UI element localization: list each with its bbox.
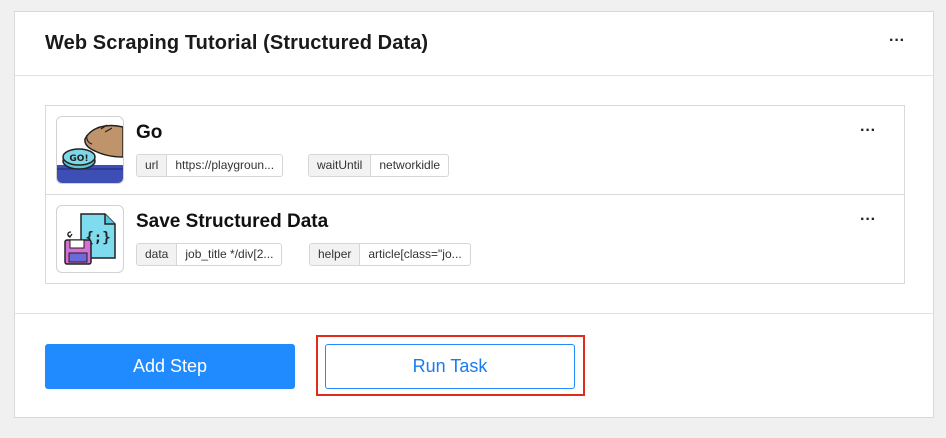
param-value: article[class="jo... — [368, 247, 462, 261]
task-card: Web Scraping Tutorial (Structured Data) … — [14, 11, 934, 418]
steps-list: GO! Go ··· url https://playgroun... wait… — [45, 105, 905, 284]
param-key: url — [137, 155, 168, 176]
step-more-options-icon[interactable]: ··· — [860, 123, 876, 139]
step-title: Go — [136, 122, 163, 143]
param-value: https://playgroun... — [175, 158, 275, 172]
step-item-go[interactable]: GO! Go ··· url https://playgroun... wait… — [46, 106, 904, 195]
card-header: Web Scraping Tutorial (Structured Data) … — [15, 12, 933, 76]
param-key: data — [137, 244, 178, 265]
param-value: networkidle — [379, 158, 441, 172]
step-more-options-icon[interactable]: ··· — [860, 212, 876, 228]
footer-divider — [15, 313, 933, 314]
param-value: job_title */div[2... — [185, 247, 274, 261]
param-key: helper — [310, 244, 361, 265]
save-data-icon: {;} — [56, 205, 124, 273]
card-more-options-icon[interactable]: ··· — [889, 33, 905, 49]
param-chip-url[interactable]: url https://playgroun... — [136, 154, 284, 177]
param-key: waitUntil — [309, 155, 372, 176]
card-title: Web Scraping Tutorial (Structured Data) — [45, 32, 429, 54]
run-task-highlight — [316, 335, 585, 396]
svg-text:GO!: GO! — [69, 154, 88, 164]
param-chip-waituntil[interactable]: waitUntil networkidle — [308, 154, 450, 177]
go-button-icon: GO! — [56, 116, 124, 184]
add-step-button[interactable]: Add Step — [45, 344, 295, 389]
param-chip-helper[interactable]: helper article[class="jo... — [309, 243, 471, 266]
param-chip-data[interactable]: data job_title */div[2... — [136, 243, 283, 266]
step-title: Save Structured Data — [136, 211, 329, 232]
step-item-save-structured-data[interactable]: {;} Save Structured Data ··· data job_ti… — [46, 195, 904, 284]
